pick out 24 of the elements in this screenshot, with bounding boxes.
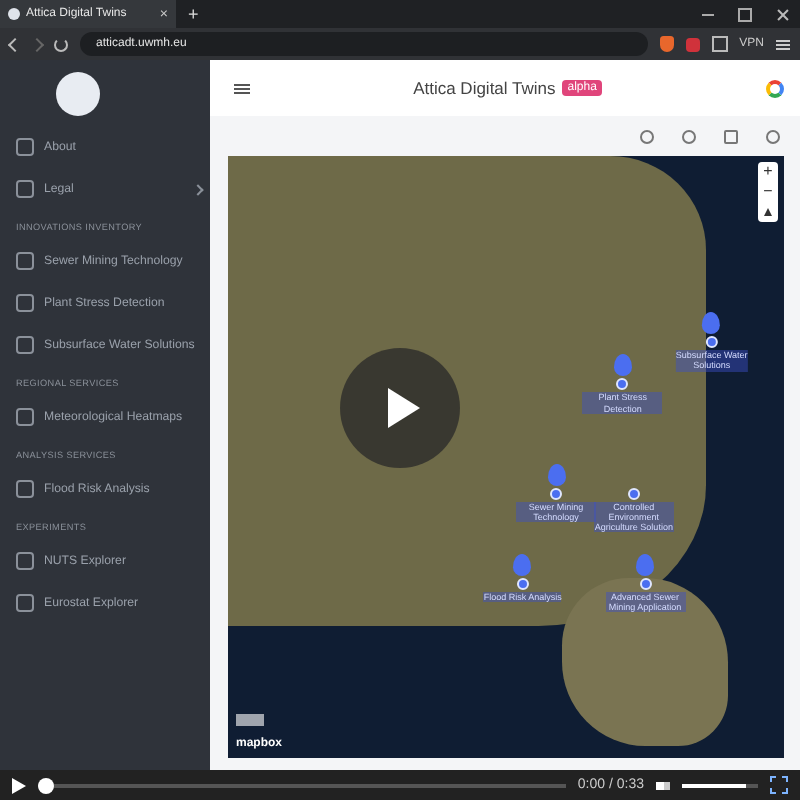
volume-icon[interactable] — [656, 781, 670, 789]
google-icon[interactable] — [766, 79, 784, 97]
user-icon[interactable] — [766, 129, 780, 143]
info-icon[interactable] — [640, 129, 654, 143]
extension-icon[interactable] — [685, 37, 700, 51]
map-pin-icon[interactable] — [702, 312, 721, 335]
logo-icon — [56, 72, 100, 116]
sidebar-icon[interactable] — [711, 36, 728, 52]
maximize-icon[interactable] — [738, 7, 752, 21]
shield-icon[interactable] — [659, 36, 674, 52]
monitor-icon[interactable] — [724, 129, 738, 143]
zoom-in-button[interactable]: + — [758, 162, 778, 182]
zoom-out-button[interactable]: − — [758, 182, 778, 202]
app-title: Attica Digital Twins — [413, 78, 556, 98]
new-tab-button[interactable]: + — [188, 4, 199, 24]
close-icon[interactable] — [776, 8, 788, 20]
site-icon — [8, 8, 20, 20]
minimize-icon[interactable] — [702, 13, 714, 15]
clock-icon[interactable] — [682, 129, 696, 143]
progress-thumb[interactable] — [38, 777, 54, 793]
reload-icon[interactable] — [54, 37, 68, 51]
scale-bar — [236, 714, 264, 726]
fullscreen-icon[interactable] — [770, 776, 788, 794]
play-icon[interactable] — [12, 777, 26, 793]
